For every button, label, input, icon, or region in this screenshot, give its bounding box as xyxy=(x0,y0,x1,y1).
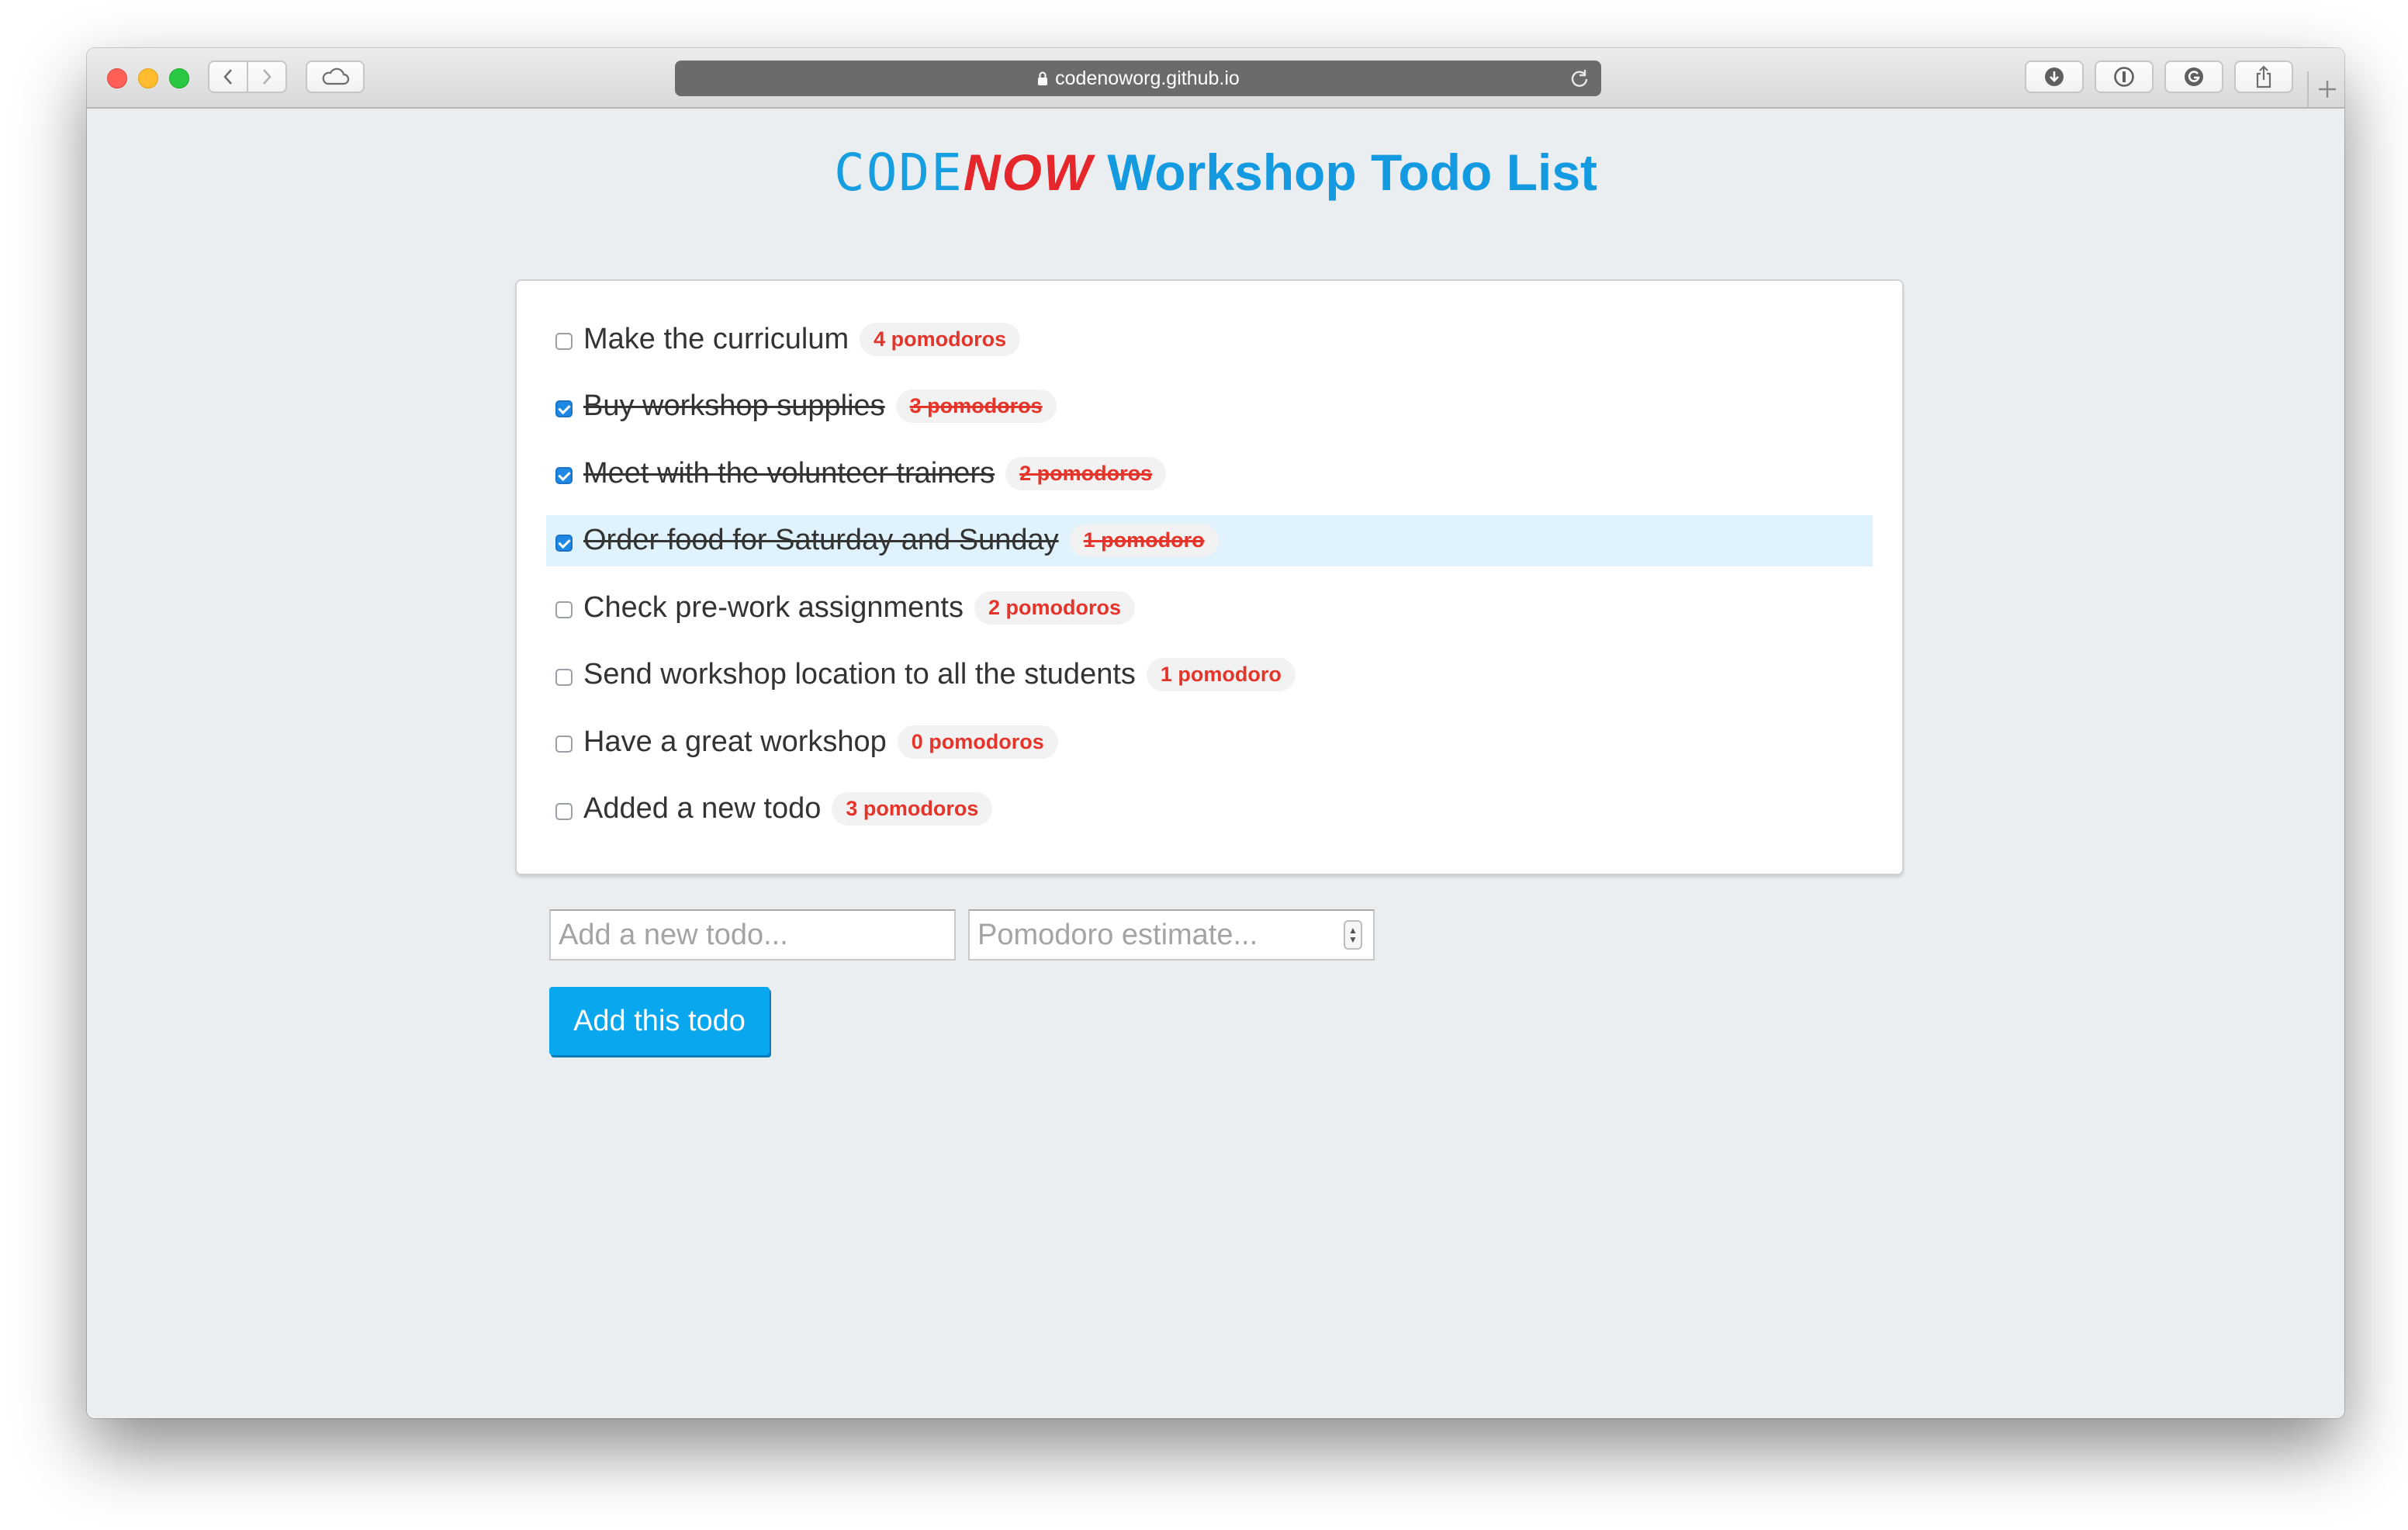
chevron-right-icon xyxy=(263,69,272,85)
todo-text: Check pre-work assignments xyxy=(583,590,964,624)
download-icon xyxy=(2045,68,2064,86)
grammarly-icon xyxy=(2185,68,2203,86)
todo-checkbox[interactable] xyxy=(555,668,573,686)
pomodoro-badge: 2 pomodoros xyxy=(974,590,1135,625)
browser-toolbar: codenoworg.github.io xyxy=(87,48,2344,109)
add-todo-button[interactable]: Add this todo xyxy=(549,987,770,1055)
todo-text: Added a new todo xyxy=(583,792,822,825)
todo-item[interactable]: Buy workshop supplies 3 pomodoros xyxy=(546,381,1873,432)
todo-item[interactable]: Make the curriculum 4 pomodoros xyxy=(546,313,1873,365)
minimize-window-button[interactable] xyxy=(138,68,158,88)
zoom-window-button[interactable] xyxy=(169,68,189,88)
todo-checkbox[interactable] xyxy=(555,736,573,753)
lock-icon xyxy=(1036,71,1049,86)
page-title: CODENOW Workshop Todo List xyxy=(87,141,2344,204)
stepper-down-icon[interactable]: ▼ xyxy=(1348,935,1358,944)
todo-item[interactable]: Send workshop location to all the studen… xyxy=(546,649,1873,701)
todo-item[interactable]: Have a great workshop 0 pomodoros xyxy=(546,716,1873,767)
downloads-button[interactable] xyxy=(2025,61,2084,93)
forward-button[interactable] xyxy=(247,62,285,92)
todo-text: Order food for Saturday and Sunday xyxy=(583,524,1059,556)
new-todo-input[interactable] xyxy=(549,909,956,961)
plus-icon xyxy=(2319,81,2336,98)
todo-checkbox[interactable] xyxy=(555,400,573,417)
icloud-tabs-button[interactable] xyxy=(306,61,365,93)
pomodoro-badge: 2 pomodoros xyxy=(1005,456,1167,490)
pomodoro-badge: 1 pomodoro xyxy=(1069,524,1219,557)
pomodoro-badge: 1 pomodoro xyxy=(1146,658,1296,691)
browser-window: codenoworg.github.io CODENOW Workshop Tod… xyxy=(87,48,2344,1418)
1password-icon xyxy=(2114,67,2134,87)
page-title-text: Workshop Todo List xyxy=(1107,144,1598,201)
todo-checkbox[interactable] xyxy=(555,333,573,350)
todo-checkbox[interactable] xyxy=(555,467,573,484)
navigation-buttons xyxy=(208,61,287,93)
grammarly-button[interactable] xyxy=(2164,61,2223,93)
codenow-logo: CODENOW xyxy=(833,143,1094,202)
address-bar[interactable]: codenoworg.github.io xyxy=(675,61,1601,96)
share-icon xyxy=(2256,65,2271,88)
new-tab-button[interactable] xyxy=(2307,71,2344,107)
pomodoro-badge: 3 pomodoros xyxy=(895,389,1057,423)
page-content: CODENOW Workshop Todo List Make the curri… xyxy=(87,109,2344,1418)
todo-text: Send workshop location to all the studen… xyxy=(583,658,1136,691)
todo-text: Make the curriculum xyxy=(583,322,849,355)
chevron-left-icon xyxy=(223,69,232,85)
todo-text: Buy workshop supplies xyxy=(583,389,885,422)
todo-checkbox[interactable] xyxy=(555,534,573,552)
todo-text: Meet with the volunteer trainers xyxy=(583,456,995,490)
pomodoro-estimate-input[interactable] xyxy=(968,909,1375,961)
pomodoro-badge: 3 pomodoros xyxy=(832,792,993,826)
cloud-icon xyxy=(322,68,350,85)
todo-item[interactable]: Check pre-work assignments 2 pomodoros xyxy=(546,582,1873,633)
todo-item-hovered[interactable]: Order food for Saturday and Sunday 1 pom… xyxy=(546,514,1873,566)
close-window-button[interactable] xyxy=(107,68,127,88)
back-button[interactable] xyxy=(209,62,247,92)
share-button[interactable] xyxy=(2234,61,2293,93)
reload-icon[interactable] xyxy=(1569,68,1590,89)
todo-item[interactable]: Added a new todo 3 pomodoros xyxy=(546,784,1873,835)
url-text: codenoworg.github.io xyxy=(1055,67,1240,89)
todo-card: Make the curriculum 4 pomodoros Buy work… xyxy=(515,279,1904,875)
todo-item[interactable]: Meet with the volunteer trainers 2 pomod… xyxy=(546,448,1873,499)
todo-list: Make the curriculum 4 pomodoros Buy work… xyxy=(546,313,1873,850)
todo-checkbox[interactable] xyxy=(555,601,573,618)
todo-checkbox[interactable] xyxy=(555,802,573,820)
pomodoro-badge: 0 pomodoros xyxy=(897,725,1058,759)
todo-text: Have a great workshop xyxy=(583,725,887,758)
pomodoro-badge: 4 pomodoros xyxy=(860,322,1021,356)
pomodoro-stepper[interactable]: ▲ ▼ xyxy=(1344,920,1362,950)
password-manager-button[interactable] xyxy=(2095,61,2154,93)
